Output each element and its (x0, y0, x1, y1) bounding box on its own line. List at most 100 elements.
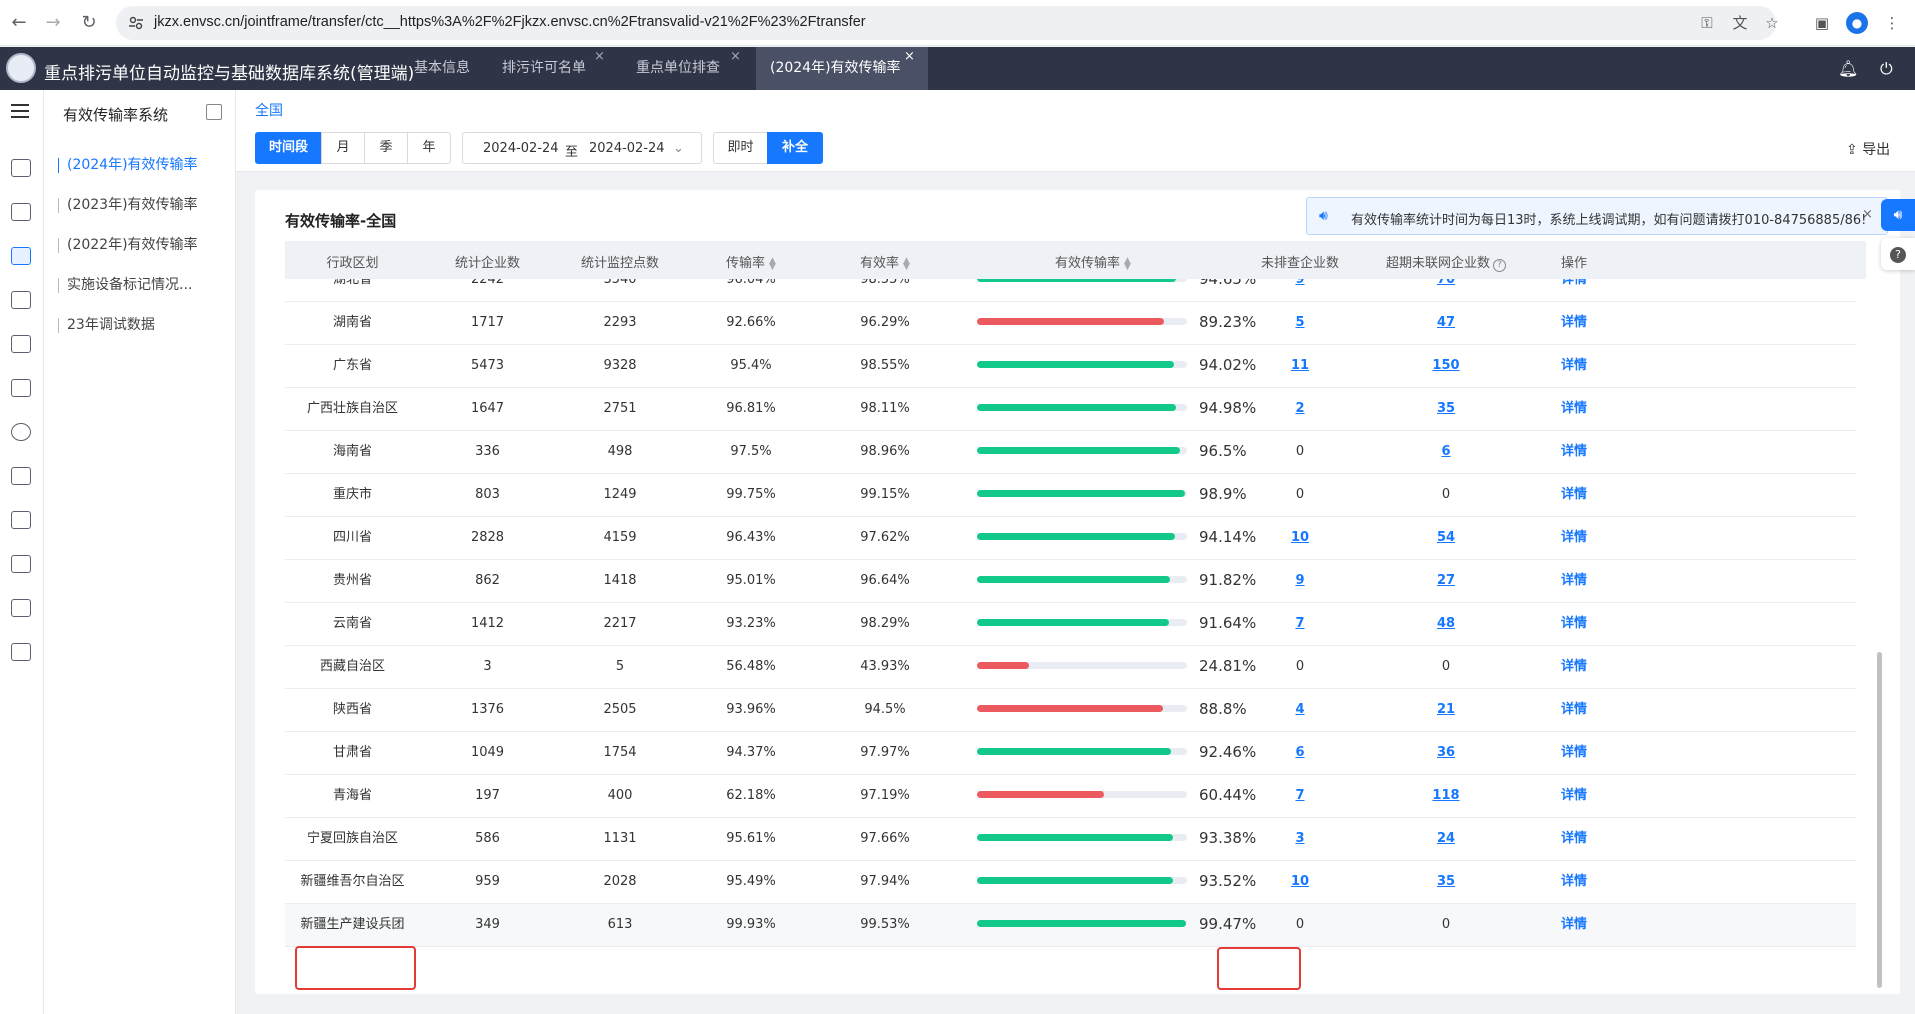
overdue-count[interactable]: 6 (1441, 444, 1450, 459)
sidebar-item-equipment-marking[interactable]: 实施设备标记情况... (58, 278, 192, 293)
menu-icon[interactable] (11, 104, 29, 118)
site-info-icon[interactable] (128, 15, 144, 31)
tab-key-unit-check[interactable]: 重点单位排查 × (624, 47, 754, 90)
sort-icon[interactable]: ▲ ▼ (769, 256, 776, 271)
detail-link[interactable]: 详情 (1561, 530, 1587, 545)
speaker-icon[interactable]: 🔊︎ (1881, 199, 1915, 231)
monitor-icon[interactable] (11, 159, 31, 177)
chart-icon[interactable] (11, 643, 31, 661)
mode-complete-button[interactable]: 补全 (767, 132, 823, 164)
tab-permit-list[interactable]: 排污许可名单 × (490, 47, 614, 90)
sort-icon[interactable]: ▲ ▼ (1124, 256, 1131, 271)
profile-avatar[interactable]: ● (1846, 12, 1868, 34)
overdue-count[interactable]: 118 (1432, 788, 1459, 803)
star-icon[interactable]: ☆ (1762, 13, 1782, 33)
chart-icon[interactable] (11, 247, 31, 265)
period-quarter-button[interactable]: 季 (364, 132, 408, 164)
bell-icon[interactable]: 🔔︎ (1838, 59, 1858, 79)
overdue-count[interactable]: 36 (1437, 745, 1455, 760)
detail-link[interactable]: 详情 (1561, 917, 1587, 932)
tab-transfer-rate-2024[interactable]: (2024年)有效传输率 × (756, 47, 928, 90)
chevron-down-icon[interactable]: ⌄ (673, 141, 684, 156)
search-doc-icon[interactable] (11, 379, 31, 397)
unchecked-count[interactable]: 5 (1295, 315, 1304, 330)
detail-link[interactable]: 详情 (1561, 358, 1587, 373)
unchecked-count[interactable]: 10 (1291, 874, 1309, 889)
export-button[interactable]: ⇪ 导出 (1846, 139, 1890, 159)
power-icon[interactable]: ⏻ (1880, 59, 1900, 79)
overdue-count[interactable]: 54 (1437, 530, 1455, 545)
search-doc-icon[interactable] (11, 291, 31, 309)
overdue-count[interactable]: 150 (1432, 358, 1459, 373)
settings-icon[interactable] (11, 423, 31, 441)
monitor-icon[interactable] (11, 555, 31, 573)
unchecked-count[interactable]: 9 (1295, 279, 1304, 287)
sidebar-item-2024[interactable]: (2024年)有效传输率 (58, 158, 198, 173)
date-range-picker[interactable]: 2024-02-24 至 2024-02-24 ⌄ (462, 132, 702, 164)
search-doc-icon[interactable] (11, 335, 31, 353)
key-icon[interactable]: ⚿ (1697, 13, 1717, 33)
overdue-count[interactable]: 47 (1437, 315, 1455, 330)
period-year-button[interactable]: 年 (407, 132, 451, 164)
unchecked-count[interactable]: 2 (1295, 401, 1304, 416)
server-icon[interactable] (11, 511, 31, 529)
close-icon[interactable]: × (730, 35, 741, 78)
translate-icon[interactable]: 文 (1730, 13, 1750, 33)
breadcrumb[interactable]: 全国 (255, 100, 283, 120)
detail-link[interactable]: 详情 (1561, 487, 1587, 502)
overdue-count[interactable]: 24 (1437, 831, 1455, 846)
report-icon[interactable] (11, 203, 31, 221)
col-valid[interactable]: 有效率 ▲ ▼ (817, 252, 953, 271)
tab-basic-info[interactable]: 基本信息 (400, 47, 490, 90)
collapse-icon[interactable] (206, 104, 222, 120)
unchecked-count[interactable]: 6 (1295, 745, 1304, 760)
period-month-button[interactable]: 月 (321, 132, 365, 164)
address-bar[interactable]: jkzx.envsc.cn/jointframe/transfer/ctc__h… (116, 6, 1776, 40)
data-icon[interactable] (11, 467, 31, 485)
mode-realtime-button[interactable]: 即时 (713, 132, 768, 164)
sidepanel-icon[interactable]: ▣ (1812, 13, 1832, 33)
detail-link[interactable]: 详情 (1561, 444, 1587, 459)
help-button[interactable]: ? (1881, 238, 1915, 270)
unchecked-count[interactable]: 3 (1295, 831, 1304, 846)
unchecked-count[interactable]: 4 (1295, 702, 1304, 717)
sidebar-item-2022[interactable]: (2022年)有效传输率 (58, 238, 198, 253)
detail-link[interactable]: 详情 (1561, 745, 1587, 760)
close-icon[interactable]: × (594, 35, 605, 78)
scrollbar[interactable] (1877, 652, 1882, 988)
back-icon[interactable]: ← (8, 12, 30, 34)
sidebar-item-2023[interactable]: (2023年)有效传输率 (58, 198, 198, 213)
detail-link[interactable]: 详情 (1561, 401, 1587, 416)
col-rate[interactable]: 有效传输率 ▲ ▼ (953, 252, 1233, 271)
date-start[interactable]: 2024-02-24 (483, 141, 559, 156)
detail-link[interactable]: 详情 (1561, 788, 1587, 803)
overdue-count[interactable]: 70 (1437, 279, 1455, 287)
detail-link[interactable]: 详情 (1561, 874, 1587, 889)
help-icon[interactable]: ? (1493, 259, 1506, 272)
reload-icon[interactable]: ↻ (78, 12, 100, 34)
detail-link[interactable]: 详情 (1561, 616, 1587, 631)
detail-link[interactable]: 详情 (1561, 573, 1587, 588)
unchecked-count[interactable]: 9 (1295, 573, 1304, 588)
unchecked-count[interactable]: 7 (1295, 616, 1304, 631)
date-end[interactable]: 2024-02-24 (589, 141, 665, 156)
detail-link[interactable]: 详情 (1561, 831, 1587, 846)
detail-link[interactable]: 详情 (1561, 279, 1587, 287)
forward-icon[interactable]: → (42, 12, 64, 34)
unchecked-count[interactable]: 11 (1291, 358, 1309, 373)
overdue-count[interactable]: 35 (1437, 401, 1455, 416)
unchecked-count[interactable]: 7 (1295, 788, 1304, 803)
search-doc-icon[interactable] (11, 599, 31, 617)
sort-icon[interactable]: ▲ ▼ (903, 256, 910, 271)
unchecked-count[interactable]: 10 (1291, 530, 1309, 545)
col-transfer[interactable]: 传输率 ▲ ▼ (685, 252, 817, 271)
overdue-count[interactable]: 48 (1437, 616, 1455, 631)
detail-link[interactable]: 详情 (1561, 315, 1587, 330)
period-range-button[interactable]: 时间段 (255, 132, 322, 164)
detail-link[interactable]: 详情 (1561, 659, 1587, 674)
sidebar-item-debug-data[interactable]: 23年调试数据 (58, 318, 155, 333)
menu-dots-icon[interactable]: ⋮ (1882, 13, 1902, 33)
close-icon[interactable]: × (1862, 207, 1873, 222)
overdue-count[interactable]: 27 (1437, 573, 1455, 588)
overdue-count[interactable]: 35 (1437, 874, 1455, 889)
